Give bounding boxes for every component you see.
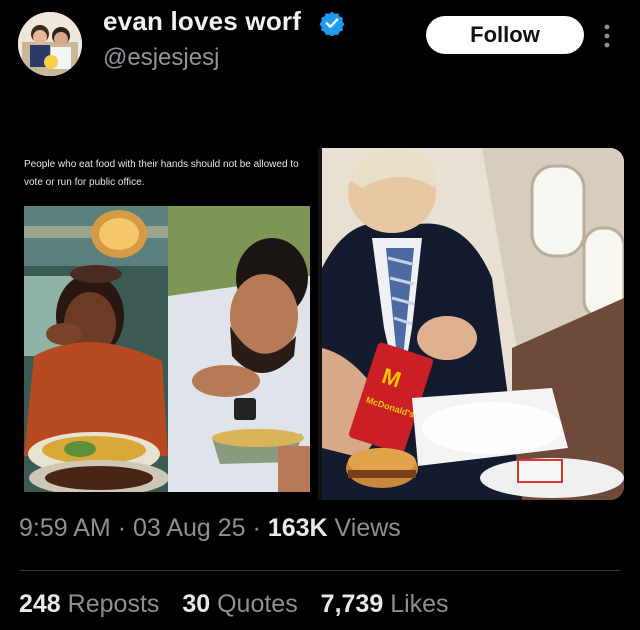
meta-separator: ·	[117, 514, 127, 542]
screenshot-image: People who eat food with their hands sho…	[20, 148, 318, 500]
views-label: Views	[334, 514, 401, 542]
avatar-photo-icon	[18, 12, 82, 76]
likes-stat[interactable]: 7,739 Likes	[321, 590, 449, 618]
reposts-count: 248	[19, 590, 61, 618]
likes-count: 7,739	[320, 590, 384, 618]
reposts-stat[interactable]: 248 Reposts	[19, 590, 159, 618]
quotes-label: Quotes	[217, 590, 298, 618]
quotes-stat[interactable]: 30 Quotes	[182, 590, 297, 618]
display-name[interactable]: evan loves worf	[103, 6, 301, 37]
likes-label: Likes	[390, 590, 449, 618]
divider	[19, 570, 621, 571]
avatar[interactable]	[18, 12, 82, 76]
quotes-count: 30	[182, 590, 211, 618]
image-caption: People who eat food with their hands sho…	[24, 159, 299, 188]
woman-eating-photo	[24, 206, 168, 492]
tweet-header: evan loves worf @esjesjesj Follow	[0, 0, 640, 90]
reposts-label: Reposts	[67, 590, 160, 618]
more-options-icon[interactable]	[596, 22, 618, 50]
verified-badge-icon	[319, 11, 345, 36]
tweet-metadata: 9:59 AM · 03 Aug 25 · 163K Views	[19, 514, 401, 543]
man-eating-photo	[168, 206, 310, 492]
tweet-time[interactable]: 9:59 AM	[19, 514, 111, 542]
engagement-stats: 248 Reposts 30 Quotes 7,739 Likes	[19, 590, 465, 619]
man-with-fries-photo: M McDonald's	[322, 148, 624, 500]
tweet-date[interactable]: 03 Aug 25	[133, 514, 246, 542]
views-count: 163K	[267, 514, 328, 542]
follow-button[interactable]: Follow	[426, 16, 584, 54]
handle[interactable]: @esjesjesj	[103, 44, 219, 72]
meta-separator: ·	[252, 514, 261, 542]
tweet-media[interactable]: People who eat food with their hands sho…	[20, 148, 624, 500]
